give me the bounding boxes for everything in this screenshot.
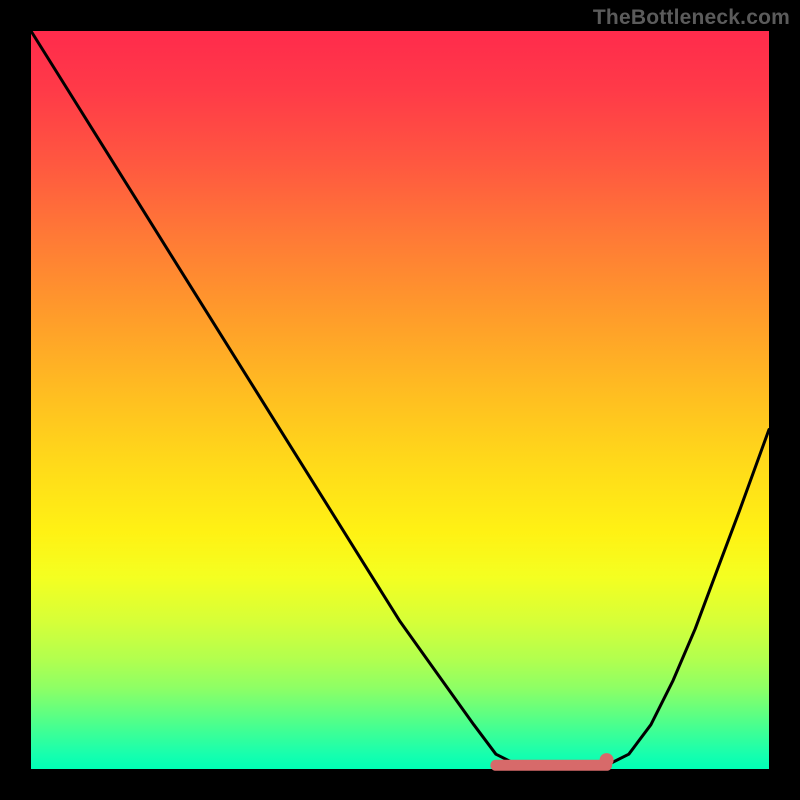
curve-marker [600,753,614,767]
plot-area [31,31,769,769]
bottleneck-curve-group [31,31,769,769]
curve-svg [31,31,769,769]
watermark-label: TheBottleneck.com [593,6,790,30]
chart-frame: TheBottleneck.com [0,0,800,800]
bottleneck-curve [31,31,769,769]
